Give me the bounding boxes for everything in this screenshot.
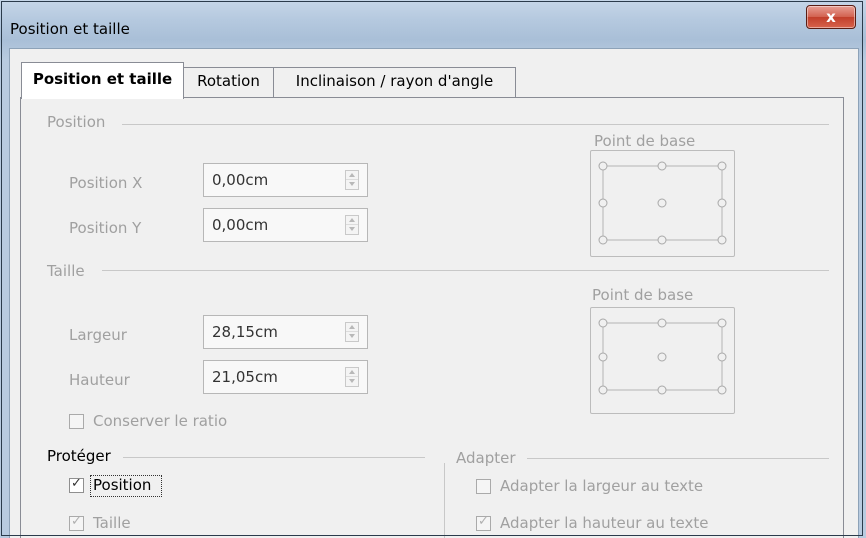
protect-size-label: Taille	[93, 514, 131, 532]
fit-width-label: Adapter la largeur au texte	[500, 477, 704, 495]
spin-button-icon[interactable]	[345, 322, 359, 342]
spin-button-icon[interactable]	[345, 170, 359, 190]
width-label: Largeur	[69, 326, 127, 344]
protect-size-checkbox[interactable]: ✓	[69, 514, 84, 531]
tab-rotation[interactable]: Rotation	[183, 67, 274, 97]
tab-slant-corner[interactable]: Inclinaison / rayon d'angle	[273, 67, 516, 97]
tab-position-size[interactable]: Position et taille	[21, 62, 184, 99]
spin-button-icon[interactable]	[345, 367, 359, 387]
base-point-grid-icon	[598, 161, 727, 245]
checkmark-icon: ✓	[478, 514, 489, 529]
protect-position-label: Position	[93, 476, 152, 494]
keep-ratio-label: Conserver le ratio	[93, 412, 228, 430]
position-base-point-label: Point de base	[594, 132, 696, 150]
height-label: Hauteur	[69, 371, 130, 389]
position-y-label: Position Y	[69, 219, 142, 237]
checkmark-icon: ✓	[71, 476, 82, 491]
size-heading: Taille	[47, 262, 85, 280]
protect-divider	[123, 457, 425, 458]
position-divider	[122, 124, 829, 125]
size-base-point-grid[interactable]	[590, 307, 735, 414]
base-point-grid-icon	[598, 318, 727, 395]
dialog-window: Position et taille x Position et taille …	[0, 0, 866, 538]
checkmark-icon: ✓	[71, 514, 82, 529]
position-heading: Position	[47, 113, 106, 131]
size-divider	[102, 270, 829, 271]
spin-button-icon[interactable]	[345, 215, 359, 235]
close-button[interactable]: x	[806, 5, 856, 29]
height-value: 21,05cm	[212, 368, 278, 386]
adapt-divider	[527, 458, 829, 459]
window-title: Position et taille	[10, 20, 130, 38]
position-x-field[interactable]: 0,00cm	[203, 163, 368, 197]
position-base-point-grid[interactable]	[590, 150, 735, 257]
height-field[interactable]: 21,05cm	[203, 360, 368, 394]
position-y-value: 0,00cm	[212, 216, 269, 234]
width-value: 28,15cm	[212, 323, 278, 341]
protect-position-checkbox[interactable]: ✓	[69, 476, 84, 493]
width-field[interactable]: 28,15cm	[203, 315, 368, 349]
fit-width-checkbox[interactable]	[476, 479, 491, 494]
protect-heading: Protéger	[47, 447, 111, 465]
size-base-point-label: Point de base	[592, 286, 694, 304]
keep-ratio-checkbox[interactable]	[69, 414, 84, 429]
fit-height-checkbox[interactable]: ✓	[476, 514, 491, 531]
close-icon: x	[826, 8, 836, 26]
position-x-label: Position X	[69, 174, 143, 192]
section-separator	[444, 463, 445, 538]
fit-height-label: Adapter la hauteur au texte	[500, 514, 709, 532]
adapt-heading: Adapter	[456, 449, 516, 467]
position-x-value: 0,00cm	[212, 171, 269, 189]
position-y-field[interactable]: 0,00cm	[203, 208, 368, 242]
